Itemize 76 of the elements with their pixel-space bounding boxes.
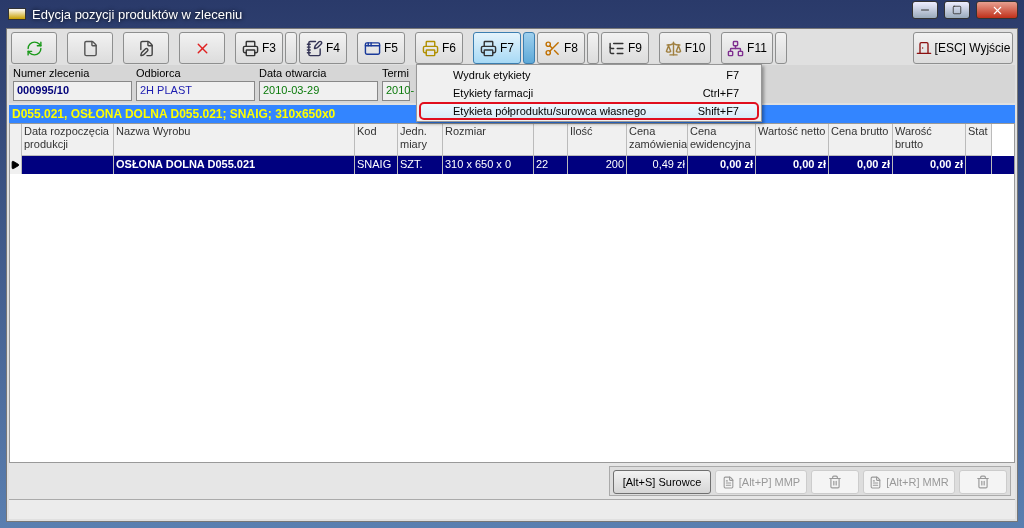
exit-button[interactable]: [ESC] Wyjście bbox=[913, 32, 1013, 64]
table-cell: 200 bbox=[568, 156, 627, 174]
field-label: Data otwarcia bbox=[259, 67, 328, 81]
column-header: Wartość netto bbox=[756, 124, 829, 156]
close-button[interactable] bbox=[976, 1, 1018, 19]
door-icon bbox=[915, 40, 932, 56]
toolbar-button[interactable]: F7 bbox=[473, 32, 521, 64]
column-header: Jedn. miary bbox=[398, 124, 443, 156]
window-title: Edycja pozycji produktów w zleceniu bbox=[32, 6, 244, 22]
header-corner bbox=[10, 124, 22, 156]
toolbar-button[interactable]: F5 bbox=[357, 32, 405, 64]
toolbar-button[interactable] bbox=[67, 32, 113, 64]
app-icon bbox=[8, 8, 26, 20]
toolbar-button[interactable]: F10 bbox=[659, 32, 711, 64]
menu-item[interactable]: Wydruk etykiety F7 bbox=[419, 66, 759, 84]
menu-item[interactable]: Etykieta półproduktu/surowca własnego Shift+F7 bbox=[419, 102, 759, 120]
printer-icon bbox=[242, 39, 259, 57]
column-header: Cena ewidencyjna bbox=[688, 124, 756, 156]
menu-item[interactable]: Etykiety farmacji Ctrl+F7 bbox=[419, 84, 759, 102]
table-cell: 0,49 zł bbox=[627, 156, 688, 174]
refresh-icon bbox=[25, 39, 43, 57]
new-document-icon bbox=[81, 39, 99, 57]
field-label: Termi bbox=[382, 67, 410, 81]
field-label: Odbiorca bbox=[136, 67, 182, 81]
column-header: Cena brutto bbox=[829, 124, 893, 156]
column-header: Rozmiar bbox=[443, 124, 534, 156]
toolbar-button[interactable]: F9 bbox=[601, 32, 649, 64]
table-cell: SZT. bbox=[398, 156, 443, 174]
row-pointer-icon bbox=[10, 160, 20, 170]
document-edit-icon bbox=[137, 39, 155, 57]
table-cell: 0,00 zł bbox=[829, 156, 893, 174]
dropdown-toggle[interactable] bbox=[587, 32, 599, 64]
toolbar-button[interactable]: F8 bbox=[537, 32, 585, 64]
column-header: Data rozpoczęcia produkcji bbox=[22, 124, 114, 156]
window-icon bbox=[364, 39, 381, 57]
column-header: Nazwa Wyrobu bbox=[114, 124, 355, 156]
notepad-icon bbox=[306, 39, 323, 57]
field-value: 2H PLAST bbox=[136, 81, 255, 101]
scale-icon bbox=[664, 39, 682, 57]
printer-icon bbox=[422, 39, 439, 57]
maximize-button[interactable] bbox=[944, 1, 970, 19]
table-cell: 0,00 zł bbox=[756, 156, 829, 174]
toolbar-button[interactable]: F3 bbox=[235, 32, 283, 64]
column-header: Kod bbox=[355, 124, 398, 156]
column-header: Cena zamówienia bbox=[627, 124, 688, 156]
trash-icon bbox=[828, 475, 842, 489]
toolbar-button[interactable]: F4 bbox=[299, 32, 347, 64]
field-value: 000995/10 bbox=[13, 81, 132, 101]
column-header: Stat bbox=[966, 124, 992, 156]
table-cell: 310 x 650 x 0 bbox=[443, 156, 534, 174]
column-header: Warość brutto bbox=[893, 124, 966, 156]
table-cell: 0,00 zł bbox=[688, 156, 756, 174]
printer-icon bbox=[480, 39, 497, 57]
dropdown-toggle[interactable] bbox=[775, 32, 787, 64]
field-value: 2010-03-29 bbox=[259, 81, 378, 101]
document-icon bbox=[721, 475, 735, 489]
toolbar-button[interactable]: F11 bbox=[721, 32, 773, 64]
table-cell: OSŁONA DOLNA D055.021 bbox=[114, 156, 355, 174]
toolbar-button[interactable] bbox=[123, 32, 169, 64]
table-cell: 0,00 zł bbox=[893, 156, 966, 174]
trash-icon bbox=[976, 475, 990, 489]
table-row[interactable]: OSŁONA DOLNA D055.021 SNAIG SZT. 310 x 650 x 0 22 200 0,49 zł 0,00 zł 0,00 zł 0,00 zł 0,00 zł bbox=[10, 156, 1014, 174]
field-label: Numer zlecenia bbox=[13, 67, 91, 81]
table-cell: 22 bbox=[534, 156, 568, 174]
scissors-icon bbox=[544, 39, 561, 57]
minimize-button[interactable] bbox=[912, 1, 938, 19]
network-icon bbox=[727, 39, 745, 57]
column-header bbox=[534, 124, 568, 156]
dropdown-toggle[interactable] bbox=[285, 32, 297, 64]
dropdown-toggle[interactable] bbox=[523, 32, 535, 64]
document-icon bbox=[869, 475, 883, 489]
toolbar-button[interactable]: F6 bbox=[415, 32, 463, 64]
maximize-icon bbox=[952, 5, 962, 15]
column-header: Ilość bbox=[568, 124, 627, 156]
table-cell: SNAIG bbox=[355, 156, 398, 174]
action-button[interactable]: [Alt+S] Surowce bbox=[613, 470, 711, 494]
